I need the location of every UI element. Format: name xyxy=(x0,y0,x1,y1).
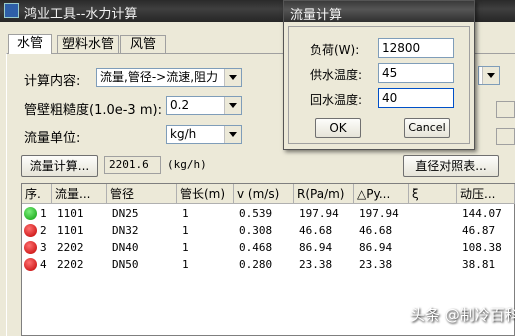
cell-flow: 2202 xyxy=(57,241,84,254)
tab-plastic-pipe[interactable]: 塑料水管 xyxy=(57,35,119,54)
watermark: 头条 @制冷百科 xyxy=(410,306,515,324)
calc-content-value: 流量,管径->流速,阻力 xyxy=(100,70,219,84)
cell-flow: 2202 xyxy=(57,258,84,271)
col-header-py[interactable]: △Py... xyxy=(354,184,409,204)
return-temp-input[interactable]: 40 xyxy=(378,88,454,108)
tab-water-pipe[interactable]: 水管 xyxy=(8,34,52,54)
row-number: 4 xyxy=(40,258,47,271)
cell-length: 1 xyxy=(182,258,189,271)
return-temp-label: 回水温度: xyxy=(310,93,363,107)
cell-velocity: 0.539 xyxy=(239,207,273,220)
dialog-title-bar[interactable]: 流量计算 xyxy=(284,1,474,23)
roughness-select[interactable]: 0.2 xyxy=(166,96,242,115)
cell-py: 197.94 xyxy=(359,207,399,220)
flow-result-unit: (kg/h) xyxy=(167,158,207,171)
load-input[interactable]: 12800 xyxy=(378,38,454,58)
col-header-diameter[interactable]: 管径 xyxy=(107,184,177,204)
cell-py: 86.94 xyxy=(359,241,393,254)
calc-content-select[interactable]: 流量,管径->流速,阻力 xyxy=(96,68,242,87)
cell-velocity: 0.308 xyxy=(239,224,273,237)
table-row[interactable]: 1 1101 DN25 1 0.539 197.94 197.94 144.07 xyxy=(22,205,515,222)
row-number: 1 xyxy=(40,207,47,220)
cell-r: 86.94 xyxy=(299,241,333,254)
cell-length: 1 xyxy=(182,207,189,220)
supply-temp-label: 供水温度: xyxy=(310,68,363,82)
chevron-down-icon[interactable] xyxy=(224,97,241,114)
cell-xi xyxy=(411,256,414,273)
table-row[interactable]: 2 1101 DN32 1 0.308 46.68 46.68 46.87 xyxy=(22,222,515,239)
cell-velocity: 0.468 xyxy=(239,241,273,254)
chevron-down-icon[interactable] xyxy=(224,126,241,143)
cell-r: 46.68 xyxy=(299,224,333,237)
col-header-velocity[interactable]: v (m/s) xyxy=(234,184,294,204)
flow-unit-label: 流量单位: xyxy=(24,131,81,146)
col-header-r[interactable]: R(Pa/m) xyxy=(294,184,354,204)
cell-length: 1 xyxy=(182,241,189,254)
roughness-value: 0.2 xyxy=(170,98,190,112)
cell-flow: 1101 xyxy=(57,224,84,237)
cell-velocity: 0.280 xyxy=(239,258,273,271)
status-warning-icon xyxy=(24,241,37,254)
cell-py: 46.68 xyxy=(359,224,393,237)
col-header-xi[interactable]: ξ xyxy=(409,184,457,204)
chevron-down-icon[interactable] xyxy=(482,67,499,84)
cell-diameter: DN50 xyxy=(112,258,139,271)
table-row[interactable]: 3 2202 DN40 1 0.468 86.94 86.94 108.38 xyxy=(22,239,515,256)
table-row[interactable]: 4 2202 DN50 1 0.280 23.38 23.38 38.81 xyxy=(22,256,515,273)
cell-length: 1 xyxy=(182,224,189,237)
row-number: 2 xyxy=(40,224,47,237)
cell-py: 23.38 xyxy=(359,258,393,271)
col-header-flow[interactable]: 流量... xyxy=(52,184,107,204)
window-title: 鸿业工具--水力计算 xyxy=(24,7,138,22)
cell-diameter: DN25 xyxy=(112,207,139,220)
cell-xi xyxy=(411,205,414,222)
right-edit-box[interactable] xyxy=(496,101,515,118)
cell-dynamic: 108.38 xyxy=(462,241,502,254)
diameter-table-button[interactable]: 直径对照表... xyxy=(403,155,499,177)
cell-xi xyxy=(411,239,414,256)
flow-unit-select[interactable]: kg/h xyxy=(166,125,242,144)
cell-r: 197.94 xyxy=(299,207,339,220)
flow-result-field: 2201.6 xyxy=(104,156,161,174)
status-warning-icon xyxy=(24,258,37,271)
flow-unit-value: kg/h xyxy=(170,127,197,141)
load-label: 负荷(W): xyxy=(310,43,360,57)
app-icon xyxy=(4,3,19,18)
ok-button[interactable]: OK xyxy=(315,118,361,138)
col-header-length[interactable]: 管长(m) xyxy=(177,184,234,204)
flow-calc-dialog: 流量计算 负荷(W): 12800 供水温度: 45 回水温度: 40 OK C… xyxy=(283,0,475,150)
cell-dynamic: 38.81 xyxy=(462,258,496,271)
cell-dynamic: 144.07 xyxy=(462,207,502,220)
dialog-title: 流量计算 xyxy=(290,8,343,23)
cell-flow: 1101 xyxy=(57,207,84,220)
cell-r: 23.38 xyxy=(299,258,333,271)
status-ok-icon xyxy=(24,207,37,220)
calc-content-label: 计算内容: xyxy=(24,74,81,89)
cancel-button[interactable]: Cancel xyxy=(404,118,450,138)
tab-air-duct[interactable]: 风管 xyxy=(120,35,166,54)
cell-diameter: DN32 xyxy=(112,224,139,237)
cell-xi xyxy=(411,222,414,239)
status-warning-icon xyxy=(24,224,37,237)
col-header-no[interactable]: 序. xyxy=(22,184,52,204)
col-header-dynamic[interactable]: 动压... xyxy=(457,184,515,204)
supply-temp-input[interactable]: 45 xyxy=(378,63,454,83)
right-edit-box[interactable] xyxy=(496,128,515,145)
flow-calc-button[interactable]: 流量计算... xyxy=(21,155,98,177)
cell-dynamic: 46.87 xyxy=(462,224,496,237)
roughness-label: 管壁粗糙度(1.0e-3 m): xyxy=(24,103,162,118)
row-number: 3 xyxy=(40,241,47,254)
cell-diameter: DN40 xyxy=(112,241,139,254)
right-select[interactable] xyxy=(478,66,500,85)
chevron-down-icon[interactable] xyxy=(224,69,241,86)
